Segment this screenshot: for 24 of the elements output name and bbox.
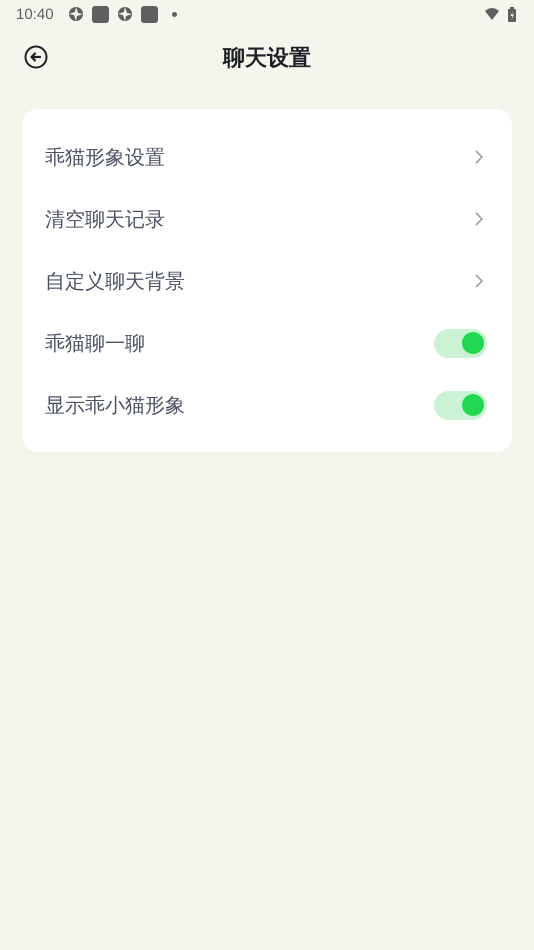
page-title: 聊天设置 xyxy=(223,45,311,73)
toggle-switch[interactable] xyxy=(434,390,487,420)
settings-item[interactable]: 乖猫形象设置 xyxy=(22,126,512,188)
settings-label: 乖猫形象设置 xyxy=(45,144,165,170)
settings-item[interactable]: 乖猫聊一聊 xyxy=(22,312,512,374)
wifi-icon xyxy=(484,7,500,21)
settings-item[interactable]: 清空聊天记录 xyxy=(22,188,512,250)
settings-label: 显示乖小猫形象 xyxy=(45,392,185,418)
settings-item[interactable]: 自定义聊天背景 xyxy=(22,250,512,312)
settings-label: 清空聊天记录 xyxy=(45,206,165,232)
settings-item[interactable]: 显示乖小猫形象 xyxy=(22,374,512,436)
app-icon xyxy=(116,6,133,22)
battery-icon xyxy=(508,6,516,22)
notification-dot-icon xyxy=(172,12,177,16)
chevron-right-icon xyxy=(474,211,484,227)
toggle-switch[interactable] xyxy=(434,328,487,358)
app-icon xyxy=(140,6,158,22)
chevron-right-icon xyxy=(474,273,484,289)
app-icon xyxy=(92,6,109,22)
status-time: 10:40 xyxy=(16,6,54,22)
app-icon xyxy=(68,6,84,22)
settings-label: 乖猫聊一聊 xyxy=(45,330,145,356)
settings-label: 自定义聊天背景 xyxy=(45,268,185,294)
chevron-right-icon xyxy=(474,149,484,165)
